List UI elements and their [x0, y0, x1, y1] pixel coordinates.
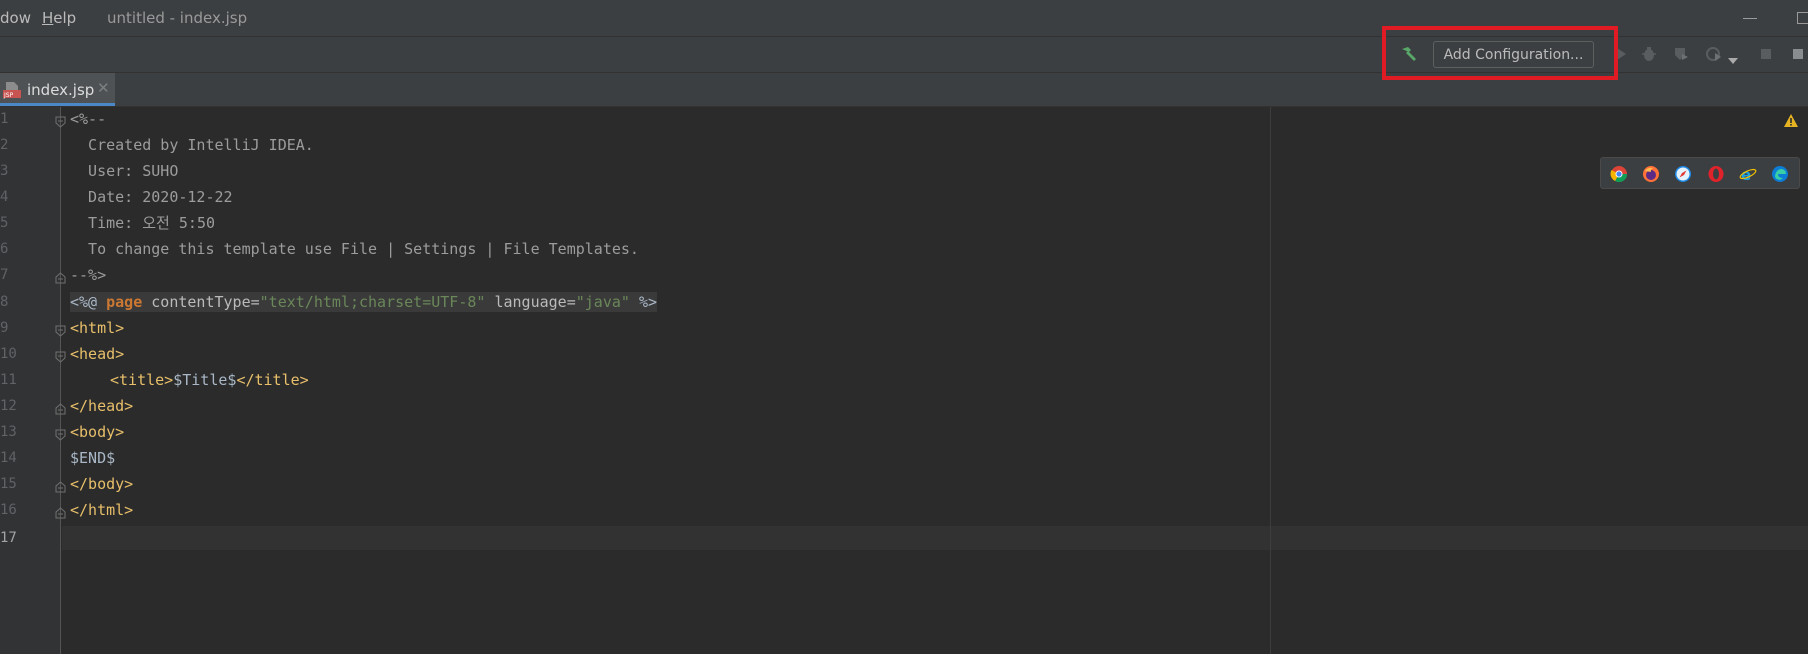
- stop-icon[interactable]: [1757, 45, 1775, 63]
- tag-text: $Title$: [173, 371, 237, 389]
- fold-icon[interactable]: [55, 348, 66, 363]
- line-number: 13: [0, 424, 17, 440]
- code-line: <head>: [70, 345, 125, 363]
- code-editor[interactable]: 1 2 3 4 5 6 7 8 9 10 11 12 13 14 15 16 1…: [0, 107, 1808, 654]
- code-line: Time: 오전 5:50: [70, 214, 216, 232]
- line-number: 9: [0, 320, 9, 336]
- line-number: 4: [0, 189, 9, 205]
- code-line: Created by IntelliJ IDEA.: [70, 136, 314, 154]
- fold-icon[interactable]: [55, 113, 66, 128]
- annotation-highlight: [1382, 26, 1618, 80]
- code-line-page-directive: <%@ page contentType="text/html;charset=…: [70, 292, 658, 312]
- coverage-icon[interactable]: [1672, 45, 1690, 63]
- fold-icon[interactable]: [55, 504, 66, 519]
- directive-value: "text/html;charset=UTF-8": [259, 293, 486, 311]
- line-number-current: 17: [0, 530, 17, 546]
- close-icon[interactable]: ✕: [97, 79, 110, 97]
- minimize-icon[interactable]: [1743, 18, 1757, 19]
- line-number: 10: [0, 346, 17, 362]
- directive-keyword: page: [106, 293, 143, 311]
- more-icon[interactable]: [1791, 45, 1808, 63]
- code-line: User: SUHO: [70, 162, 179, 180]
- directive-attr: contentType=: [142, 293, 260, 311]
- line-number: 15: [0, 476, 17, 492]
- tag-close: </title>: [236, 371, 309, 389]
- tab-index-jsp[interactable]: JSP index.jsp ✕: [0, 73, 115, 106]
- fold-icon[interactable]: [55, 400, 66, 415]
- debug-icon[interactable]: [1640, 45, 1658, 63]
- jsp-file-icon: JSP: [3, 81, 21, 99]
- line-number: 14: [0, 450, 17, 466]
- warning-icon[interactable]: [1783, 113, 1799, 129]
- firefox-icon[interactable]: [1642, 165, 1660, 183]
- menu-window[interactable]: dow: [0, 9, 31, 27]
- fold-icon[interactable]: [55, 322, 66, 337]
- code-line: --%>: [70, 266, 107, 284]
- maximize-icon[interactable]: [1797, 12, 1808, 24]
- svg-text:JSP: JSP: [3, 92, 14, 99]
- code-line: <html>: [70, 319, 125, 337]
- current-line-highlight: [62, 526, 1808, 550]
- code-line: <%--: [70, 110, 107, 128]
- code-line: </body>: [70, 475, 134, 493]
- line-number: 7: [0, 267, 9, 283]
- internet-explorer-icon[interactable]: e: [1739, 165, 1757, 184]
- code-line-title: <title>$Title$</title>: [110, 370, 309, 390]
- profile-icon[interactable]: [1705, 45, 1723, 63]
- line-number: 2: [0, 137, 9, 153]
- line-number: 16: [0, 502, 17, 518]
- chevron-down-icon[interactable]: [1728, 50, 1738, 64]
- fold-icon[interactable]: [55, 426, 66, 441]
- directive-open: <%@: [70, 293, 107, 311]
- code-line: </head>: [70, 397, 134, 415]
- line-number: 6: [0, 241, 9, 257]
- code-line: <body>: [70, 423, 125, 441]
- browser-preview-bar: e: [1600, 157, 1800, 189]
- tab-label: index.jsp: [27, 81, 95, 99]
- code-line: </html>: [70, 501, 134, 519]
- safari-icon[interactable]: [1674, 165, 1692, 183]
- tag-open: <title>: [110, 371, 174, 389]
- line-number: 5: [0, 215, 9, 231]
- directive-value: "java": [575, 293, 630, 311]
- edge-icon[interactable]: [1771, 165, 1789, 183]
- line-number: 3: [0, 163, 9, 179]
- code-line: Date: 2020-12-22: [70, 188, 233, 206]
- directive-close: %>: [629, 293, 658, 311]
- opera-icon[interactable]: [1707, 165, 1725, 183]
- fold-icon[interactable]: [55, 478, 66, 493]
- code-line: To change this template use File | Setti…: [70, 240, 639, 258]
- line-number: 1: [0, 111, 9, 127]
- fold-icon[interactable]: [55, 269, 66, 284]
- chrome-icon[interactable]: [1610, 165, 1628, 183]
- directive-attr: language=: [485, 293, 576, 311]
- menu-help[interactable]: Help: [42, 9, 76, 27]
- right-margin-guide: [1270, 107, 1271, 654]
- line-number: 12: [0, 398, 17, 414]
- window-title: untitled - index.jsp: [107, 9, 248, 27]
- code-line: $END$: [70, 449, 116, 467]
- line-number: 11: [0, 372, 17, 388]
- line-number: 8: [0, 294, 9, 310]
